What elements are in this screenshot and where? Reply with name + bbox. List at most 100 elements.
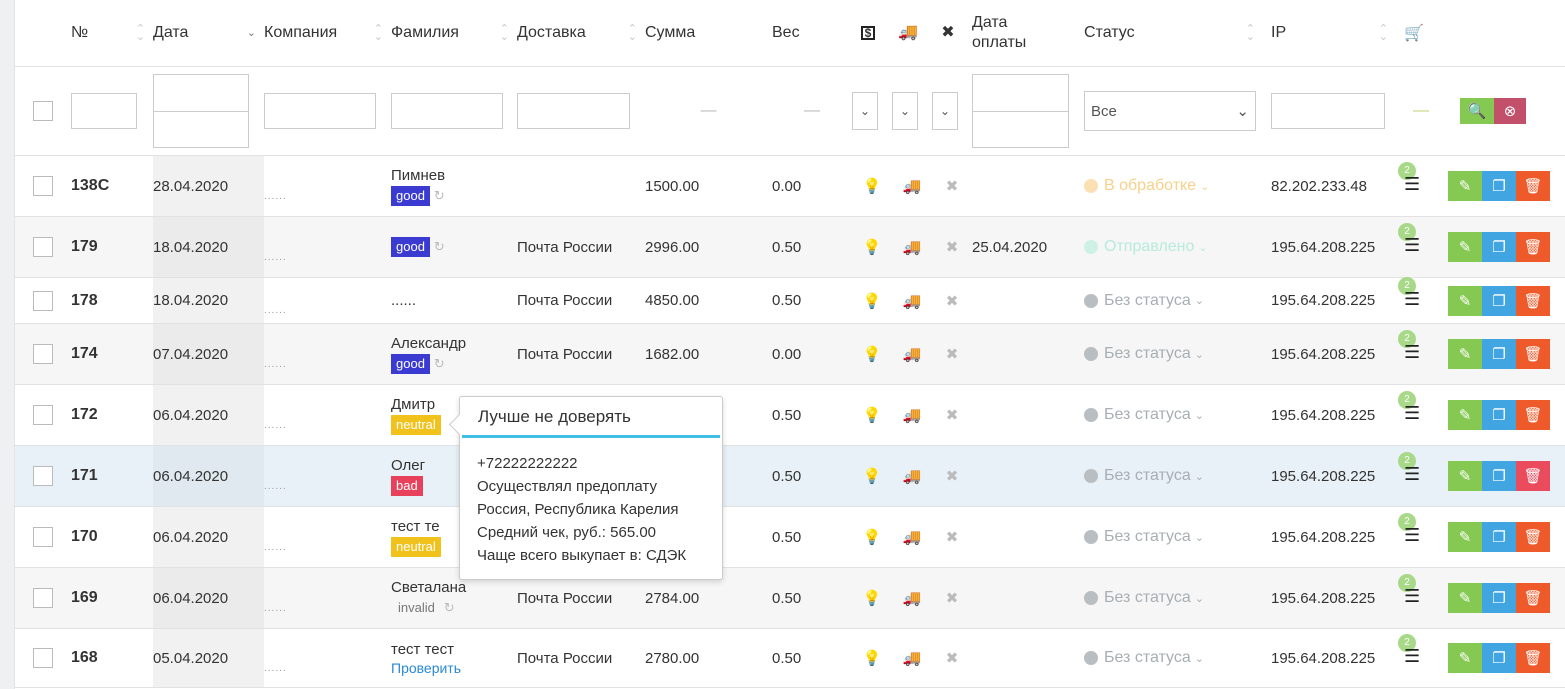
col-sum[interactable]: Сумма — [645, 0, 772, 67]
bulb-icon[interactable]: 💡 — [852, 506, 892, 568]
col-status[interactable]: Статус ⌃ ⌄ — [1084, 0, 1271, 67]
copy-button[interactable]: ❐ — [1482, 285, 1516, 316]
copy-button[interactable]: ❐ — [1482, 171, 1516, 201]
status-dropdown[interactable]: В обработке ⌄ — [1084, 177, 1271, 195]
select-all-checkbox[interactable] — [33, 101, 53, 121]
row-checkbox[interactable] — [33, 176, 53, 196]
close-icon[interactable]: ✖ — [932, 445, 972, 507]
rating-badge[interactable]: good — [391, 354, 430, 374]
row-checkbox[interactable] — [33, 527, 53, 547]
bulb-icon[interactable]: 💡 — [852, 384, 892, 446]
close-icon[interactable]: ✖ — [932, 216, 972, 278]
bulb-icon[interactable]: 💡 — [852, 323, 892, 385]
delete-button[interactable]: 🗑 — [1516, 522, 1550, 552]
close-icon[interactable]: ✖ — [932, 323, 972, 385]
copy-button[interactable]: ❐ — [1482, 400, 1516, 430]
row-checkbox[interactable] — [33, 344, 53, 364]
col-ip[interactable]: IP ⌃ ⌄ — [1271, 0, 1404, 67]
table-row[interactable]: 170 06.04.2020...... тест те neutral 0.50 💡 🚚 ✖… — [15, 506, 1565, 568]
truck-icon[interactable]: 🚚 — [892, 445, 932, 507]
cart-items-button[interactable]: 2 ☰ — [1398, 276, 1424, 309]
truck-icon[interactable]: 🚚 — [892, 628, 932, 688]
order-number[interactable]: 171 — [71, 445, 153, 507]
order-number[interactable]: 168 — [71, 628, 153, 688]
rating-badge[interactable]: neutral — [391, 415, 441, 435]
row-checkbox[interactable] — [33, 466, 53, 486]
copy-button[interactable]: ❐ — [1482, 461, 1516, 491]
status-dropdown[interactable]: Без статуса ⌄ — [1084, 589, 1271, 607]
refresh-icon[interactable]: ↻ — [434, 188, 445, 203]
close-icon[interactable]: ✖ — [932, 384, 972, 446]
filter-lastname-input[interactable] — [391, 93, 503, 129]
refresh-icon[interactable]: ↻ — [444, 600, 455, 615]
col-lastname[interactable]: Фамилия ⌃ ⌄ — [391, 0, 517, 67]
bulb-icon[interactable]: 💡 — [852, 445, 892, 507]
customer-lastname[interactable]: тест тест — [391, 640, 517, 660]
truck-icon[interactable]: 🚚 — [892, 216, 932, 278]
edit-button[interactable]: ✎ — [1448, 171, 1482, 201]
truck-icon[interactable]: 🚚 — [892, 277, 932, 324]
truck-icon[interactable]: 🚚 — [892, 323, 932, 385]
copy-button[interactable]: ❐ — [1482, 232, 1516, 262]
delete-button[interactable]: 🗑 — [1516, 171, 1550, 201]
order-number[interactable]: 179 — [71, 216, 153, 278]
row-checkbox[interactable] — [33, 290, 53, 311]
bulb-icon[interactable]: 💡 — [852, 567, 892, 629]
row-checkbox[interactable] — [33, 405, 53, 425]
delete-button[interactable]: 🗑 — [1516, 461, 1550, 491]
copy-button[interactable]: ❐ — [1482, 522, 1516, 552]
filter-paid-select[interactable]: ⌄ — [852, 92, 878, 130]
status-dropdown[interactable]: Без статуса ⌄ — [1084, 528, 1271, 546]
table-row[interactable]: 169 06.04.2020...... Светалана invalid ↻ Почт… — [15, 567, 1565, 629]
col-company[interactable]: Компания ⌃ ⌄ — [264, 0, 391, 67]
cart-items-button[interactable]: 2 ☰ — [1398, 330, 1424, 362]
order-number[interactable]: 172 — [71, 384, 153, 446]
row-checkbox[interactable] — [33, 237, 53, 257]
close-icon[interactable]: ✖ — [932, 567, 972, 629]
sort-icon[interactable]: ⌃ ⌄ — [1246, 24, 1255, 43]
filter-ip-input[interactable] — [1271, 93, 1385, 129]
delete-button[interactable]: 🗑 — [1516, 643, 1550, 673]
filter-date-from[interactable] — [154, 75, 248, 112]
rating-badge[interactable]: good — [391, 237, 430, 257]
cart-items-button[interactable]: 2 ☰ — [1398, 223, 1424, 255]
clear-filter-button[interactable]: ⊗ — [1494, 98, 1526, 124]
filter-cancel-select[interactable]: ⌄ — [932, 92, 958, 130]
sort-desc-icon[interactable]: ⌄ — [247, 28, 256, 39]
filter-company-input[interactable] — [264, 93, 376, 129]
verify-link[interactable]: Проверить — [391, 660, 461, 676]
bulb-icon[interactable]: 💡 — [852, 216, 892, 278]
search-button[interactable]: 🔍 — [1460, 98, 1494, 124]
cart-items-button[interactable]: 2 ☰ — [1398, 634, 1424, 666]
table-row[interactable]: 171 06.04.2020...... Олег bad 0.50 💡 🚚 ✖ Без ста… — [15, 445, 1565, 507]
row-checkbox[interactable] — [33, 588, 53, 608]
close-icon[interactable]: ✖ — [932, 155, 972, 217]
copy-button[interactable]: ❐ — [1482, 339, 1516, 369]
cart-items-button[interactable]: 2 ☰ — [1398, 574, 1424, 606]
truck-icon[interactable]: 🚚 — [892, 155, 932, 217]
rating-badge[interactable]: bad — [391, 476, 423, 496]
customer-lastname[interactable]: Александр — [391, 334, 517, 354]
table-row[interactable]: 138C 28.04.2020...... Пимнев good ↻ 1500.00 0.… — [15, 155, 1565, 217]
close-icon[interactable]: ✖ — [932, 628, 972, 688]
col-weight[interactable]: Вес — [772, 0, 852, 67]
col-cart[interactable]: 🛒 — [1404, 0, 1438, 67]
filter-status-select[interactable]: Все ⌄ — [1084, 91, 1256, 131]
sort-icon[interactable]: ⌃ ⌄ — [136, 24, 145, 43]
close-icon[interactable]: ✖ — [932, 277, 972, 324]
refresh-icon[interactable]: ↻ — [434, 356, 445, 371]
delete-button[interactable]: 🗑 — [1516, 285, 1550, 316]
rating-badge[interactable]: invalid — [391, 598, 440, 618]
col-delivery[interactable]: Доставка ⌃ ⌄ — [517, 0, 645, 67]
edit-button[interactable]: ✎ — [1448, 285, 1482, 316]
status-dropdown[interactable]: Без статуса ⌄ — [1084, 649, 1271, 667]
copy-button[interactable]: ❐ — [1482, 643, 1516, 673]
edit-button[interactable]: ✎ — [1448, 643, 1482, 673]
truck-icon[interactable]: 🚚 — [892, 567, 932, 629]
status-dropdown[interactable]: Отправлено ⌄ — [1084, 238, 1271, 256]
sort-icon[interactable]: ⌃ ⌄ — [374, 24, 383, 43]
sort-icon[interactable]: ⌃ ⌄ — [500, 24, 509, 43]
filter-num-input[interactable] — [71, 93, 137, 129]
sort-icon[interactable]: ⌃ ⌄ — [1379, 24, 1388, 43]
col-date[interactable]: Дата ⌄ — [153, 0, 264, 67]
